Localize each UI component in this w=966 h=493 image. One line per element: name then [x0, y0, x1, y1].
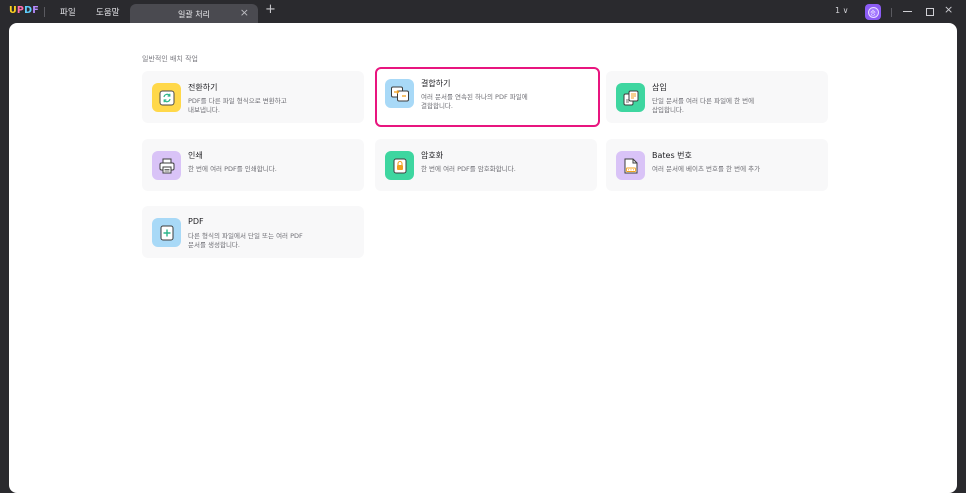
- menu-file[interactable]: 파일: [60, 6, 76, 18]
- add-tab-icon[interactable]: +: [265, 3, 276, 17]
- card-desc: 단일 문서를 여러 다른 파일에 한 번에 삽입합니다.: [652, 97, 755, 114]
- card-print[interactable]: 인쇄 한 번에 여러 PDF를 인쇄합니다.: [142, 139, 364, 191]
- card-title: 암호화: [421, 151, 444, 160]
- section-title: 일반적인 배치 작업: [142, 55, 198, 63]
- avatar-letter: 승: [867, 6, 879, 18]
- card-convert[interactable]: 전환하기 PDF를 다른 파일 형식으로 변환하고 내보냅니다.: [142, 71, 364, 123]
- card-desc: 한 번에 여러 PDF를 암호화합니다.: [421, 165, 516, 173]
- card-desc: 한 번에 여러 PDF를 인쇄합니다.: [188, 165, 277, 173]
- card-insert[interactable]: 삽입 단일 문서를 여러 다른 파일에 한 번에 삽입합니다.: [606, 71, 828, 123]
- insert-icon: [616, 83, 645, 112]
- card-title: PDF: [188, 217, 204, 226]
- card-bates[interactable]: Bates 번호 여러 문서에 베이츠 번호를 한 번에 추가: [606, 139, 828, 191]
- card-desc: PDF를 다른 파일 형식으로 변환하고 내보냅니다.: [188, 97, 287, 114]
- card-combine[interactable]: 결합하기 여러 문서를 연속된 하나의 PDF 파일에 결합합니다.: [375, 67, 600, 127]
- print-icon: [152, 151, 181, 180]
- card-title: Bates 번호: [652, 151, 692, 160]
- card-title: 인쇄: [188, 151, 203, 160]
- close-window-icon[interactable]: ×: [944, 4, 953, 16]
- lock-icon: [385, 151, 414, 180]
- menu-help[interactable]: 도움말: [96, 6, 119, 18]
- title-divider: [44, 7, 45, 17]
- combine-icon: [385, 79, 414, 108]
- tab-close-icon[interactable]: ×: [240, 7, 249, 19]
- card-desc: 다른 형식의 파일에서 단일 또는 여러 PDF 문서를 생성합니다.: [188, 232, 303, 249]
- card-desc: 여러 문서에 베이츠 번호를 한 번에 추가: [652, 165, 761, 173]
- tab-batch[interactable]: 일괄 처리 ×: [130, 4, 258, 24]
- create-pdf-icon: [152, 218, 181, 247]
- card-desc: 여러 문서를 연속된 하나의 PDF 파일에 결합합니다.: [421, 93, 528, 110]
- card-create-pdf[interactable]: PDF 다른 형식의 파일에서 단일 또는 여러 PDF 문서를 생성합니다.: [142, 206, 364, 258]
- tab-label: 일괄 처리: [178, 10, 210, 19]
- app-logo: UPDF: [9, 5, 39, 16]
- avatar[interactable]: 승: [865, 4, 881, 20]
- title-bar: UPDF 파일 도움말 일괄 처리 × + 1 ∨ 승 ×: [0, 0, 966, 24]
- bates-icon: [616, 151, 645, 180]
- maximize-icon[interactable]: [926, 8, 934, 16]
- convert-icon: [152, 83, 181, 112]
- card-encrypt[interactable]: 암호화 한 번에 여러 PDF를 암호화합니다.: [375, 139, 597, 191]
- page-indicator[interactable]: 1 ∨: [835, 6, 849, 15]
- card-title: 결합하기: [421, 79, 451, 88]
- minimize-icon[interactable]: [903, 11, 912, 12]
- card-title: 삽입: [652, 83, 667, 92]
- main-panel: 일반적인 배치 작업 전환하기 PDF를 다른 파일 형식으로 변환하고 내보냅…: [9, 23, 957, 493]
- title-divider-right: [891, 8, 892, 17]
- card-title: 전환하기: [188, 83, 218, 92]
